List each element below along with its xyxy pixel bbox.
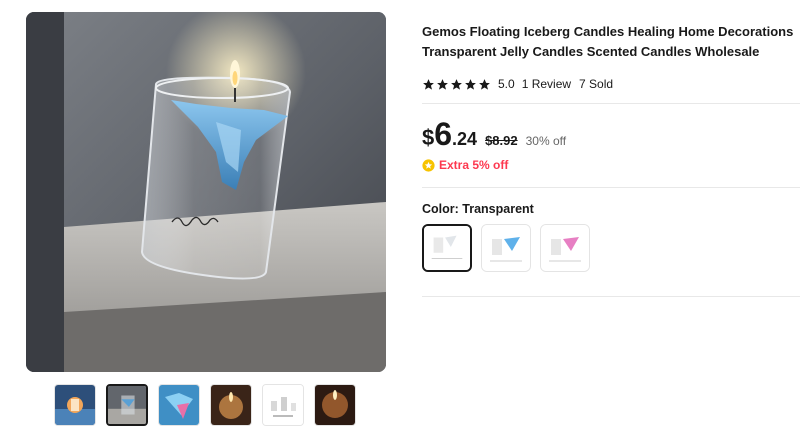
price-decimal: .24 bbox=[452, 129, 478, 149]
extra-discount: Extra 5% off bbox=[422, 156, 802, 174]
thumbnail-3[interactable] bbox=[158, 384, 200, 426]
star-icon bbox=[465, 78, 476, 90]
thumbnail-image bbox=[263, 385, 303, 425]
color-swatches bbox=[422, 224, 802, 272]
rating-value: 5.0 bbox=[498, 77, 515, 91]
star-icon bbox=[437, 78, 448, 90]
divider bbox=[422, 103, 800, 104]
thumbnail-1[interactable] bbox=[54, 384, 96, 426]
thumbnail-image bbox=[315, 385, 355, 425]
thumbnail-image bbox=[108, 386, 146, 424]
divider bbox=[422, 187, 800, 188]
swatch-image bbox=[541, 225, 589, 271]
swatch-blue[interactable] bbox=[481, 224, 531, 272]
thumbnail-2[interactable] bbox=[106, 384, 148, 426]
reviews-link[interactable]: 1 Review bbox=[522, 77, 571, 91]
discount-label: 30% off bbox=[525, 134, 567, 148]
thumbnail-image bbox=[159, 385, 199, 425]
swatch-image bbox=[482, 225, 530, 271]
main-product-image[interactable] bbox=[26, 12, 386, 372]
color-label: Color: Transparent bbox=[422, 202, 534, 216]
original-price: $8.92 bbox=[485, 133, 518, 148]
thumbnail-4[interactable] bbox=[210, 384, 252, 426]
star-icon bbox=[423, 78, 434, 90]
thumbnail-5[interactable] bbox=[262, 384, 304, 426]
divider bbox=[422, 296, 800, 297]
extra-discount-text: Extra 5% off bbox=[439, 158, 509, 172]
star-icon bbox=[479, 78, 490, 90]
product-info: Gemos Floating Iceberg Candles Healing H… bbox=[422, 22, 802, 297]
price-integer: 6 bbox=[434, 116, 453, 152]
swatch-image bbox=[424, 226, 470, 270]
price-currency: $ bbox=[422, 125, 435, 150]
star-rating bbox=[422, 78, 492, 91]
swatch-pink[interactable] bbox=[540, 224, 590, 272]
thumbnail-6[interactable] bbox=[314, 384, 356, 426]
rating-row: 5.0 1 Review 7 Sold bbox=[422, 75, 802, 93]
sold-count: 7 Sold bbox=[579, 77, 614, 91]
candle-photo bbox=[26, 12, 386, 372]
thumbnail-image bbox=[55, 385, 95, 425]
thumbnail-image bbox=[211, 385, 251, 425]
swatch-transparent[interactable] bbox=[422, 224, 472, 272]
star-icon bbox=[451, 78, 462, 90]
thumbnail-strip bbox=[54, 384, 366, 428]
coin-icon bbox=[422, 158, 435, 172]
product-title: Gemos Floating Iceberg Candles Healing H… bbox=[422, 24, 794, 59]
price-row: $ 6 .24 $8.92 30% off bbox=[422, 118, 802, 154]
